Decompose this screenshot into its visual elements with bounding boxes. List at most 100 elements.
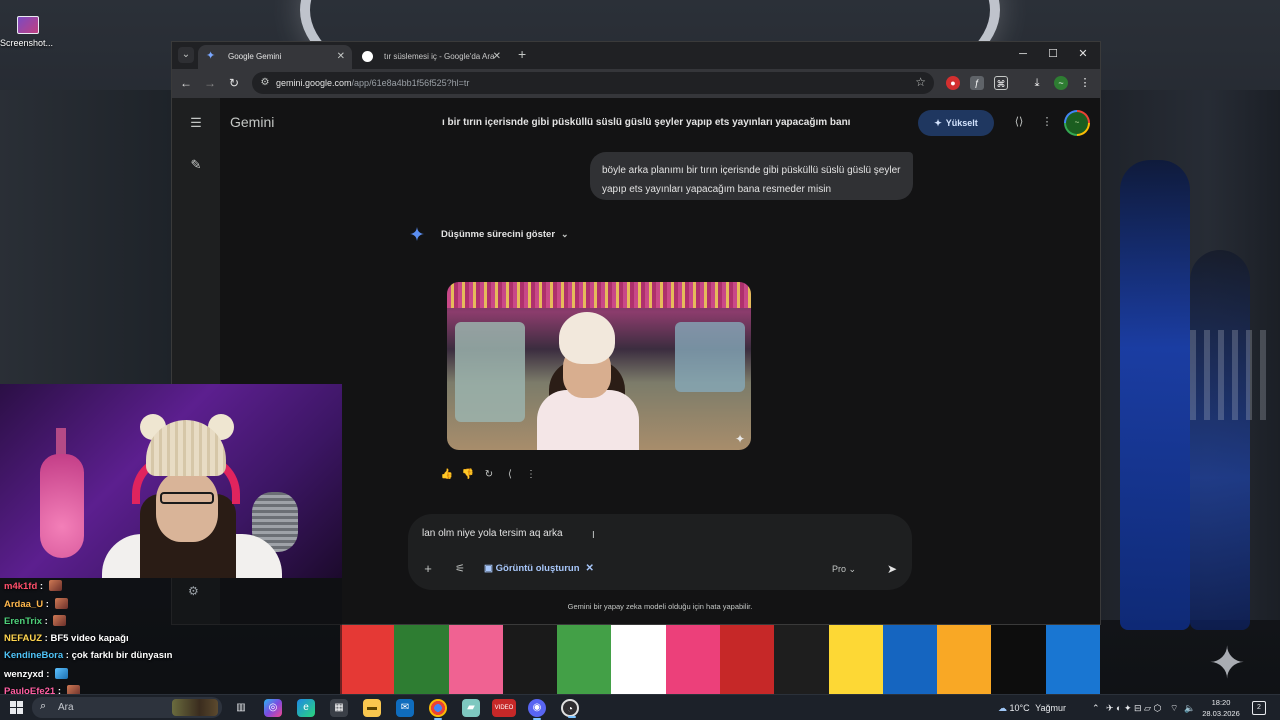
tab-label: Google Gemini xyxy=(228,52,282,61)
wallpaper-stripe xyxy=(882,622,938,694)
send-icon[interactable]: ➤ xyxy=(882,559,902,579)
thumbs-down-icon[interactable]: 👎 xyxy=(461,468,475,482)
wallpaper-stripe xyxy=(828,622,883,694)
thumbs-up-icon[interactable]: 👍 xyxy=(440,468,454,482)
tools-icon[interactable]: ⚟ xyxy=(452,561,468,577)
reload-icon[interactable]: ↻ xyxy=(226,75,242,91)
wallpaper-stripe xyxy=(557,622,612,694)
tab-close-icon[interactable]: ✕ xyxy=(493,45,501,69)
tab-google-search[interactable]: tır süslemesi iç - Google'da Ara ✕ xyxy=(354,45,508,69)
more-options-icon[interactable]: ⋮ xyxy=(1038,113,1056,131)
tab-strip: ⌄ ✦ Google Gemini ✕ tır süslemesi iç - G… xyxy=(172,42,1100,69)
chat-username: Ardaa_U xyxy=(4,598,44,610)
close-window-icon[interactable]: ✕ xyxy=(1068,42,1098,69)
profile-avatar-icon[interactable]: ~ xyxy=(1054,76,1068,90)
forward-icon[interactable]: → xyxy=(202,75,218,91)
image-file-icon xyxy=(17,16,39,34)
model-selector[interactable]: Pro ⌄ xyxy=(832,559,856,579)
search-placeholder: Ara xyxy=(58,702,74,713)
obs-icon[interactable]: ◔ xyxy=(561,699,579,718)
chevron-down-icon: ⌄ xyxy=(561,229,569,239)
address-bar[interactable]: ⚙ gemini.google.com/app/61e8a4bb1f56f525… xyxy=(252,72,934,94)
chat-separator: : xyxy=(42,616,51,627)
gear-icon: ⚙ xyxy=(188,584,199,598)
extension-record-icon[interactable]: ● xyxy=(946,76,960,90)
site-info-icon[interactable]: ⚙ xyxy=(258,76,272,90)
wallpaper-stripe xyxy=(991,622,1046,694)
generated-image[interactable]: ✦ xyxy=(447,282,751,450)
wallpaper-stripe xyxy=(611,622,666,694)
address-url[interactable]: gemini.google.com/app/61e8a4bb1f56f525?h… xyxy=(276,72,469,94)
conversation-title: ı bir tırın içerisnde gibi püsküllü süsl… xyxy=(442,117,851,128)
tab-label: tır süslemesi iç - Google'da Ara xyxy=(384,52,495,61)
clock-time: 18:20 xyxy=(1211,698,1231,707)
sparkle-icon: ✦ xyxy=(1208,639,1246,688)
notification-center-icon[interactable]: 2 xyxy=(1252,701,1266,715)
browser-menu-icon[interactable]: ⋮ xyxy=(1078,76,1092,90)
chat-message: NEFAUZ : BF5 video kapağı xyxy=(4,633,129,644)
show-hidden-icons-icon[interactable]: ⌃ xyxy=(1092,695,1100,720)
tab-close-icon[interactable]: ✕ xyxy=(337,45,345,69)
image-fringe xyxy=(447,282,751,308)
share-icon[interactable]: ⟨ xyxy=(503,468,517,482)
image-icon: ▣ xyxy=(484,563,496,574)
chevron-down-icon: ⌄ xyxy=(848,564,857,574)
file-explorer-icon[interactable]: ▬ xyxy=(363,699,381,717)
outlook-icon[interactable]: ✉ xyxy=(396,699,414,717)
tab-search-button[interactable]: ⌄ xyxy=(178,47,194,63)
download-icon[interactable]: ⤓ xyxy=(1030,76,1044,90)
wallpaper-stripe xyxy=(502,622,558,694)
maximize-icon[interactable]: ☐ xyxy=(1038,42,1068,69)
upgrade-button[interactable]: ✦ Yükselt xyxy=(918,110,994,136)
menu-icon[interactable]: ☰ xyxy=(186,113,206,133)
chat-username: wenzyxd xyxy=(4,668,44,680)
desktop-icon-screenshot[interactable]: Screenshot... xyxy=(0,16,53,48)
start-icon[interactable] xyxy=(10,701,23,714)
share-icon[interactable]: ⟨⟩ xyxy=(1010,113,1028,131)
new-tab-icon[interactable]: + xyxy=(518,46,526,62)
chat-separator: : xyxy=(63,650,72,661)
chat-message: m4k1fd : xyxy=(4,580,62,592)
gemini-brand[interactable]: Gemini xyxy=(230,114,274,130)
chrome-icon[interactable] xyxy=(429,699,447,720)
regenerate-icon[interactable]: ↻ xyxy=(482,468,496,482)
wallpaper-stripes xyxy=(340,622,1100,694)
bookmark-star-icon[interactable]: ☆ xyxy=(915,75,926,89)
notes-app-icon[interactable]: ▰ xyxy=(462,699,480,717)
image-truck-window xyxy=(675,322,745,392)
add-icon[interactable]: + xyxy=(420,561,436,577)
wallpaper-stripe xyxy=(937,622,992,694)
avatar-image: ~ xyxy=(1066,112,1088,134)
task-view-icon[interactable]: ▥ xyxy=(232,699,250,717)
system-clock[interactable]: 18:20 28.03.2026 xyxy=(1200,697,1242,719)
extension-script-icon[interactable]: ƒ xyxy=(970,76,984,90)
volume-icon[interactable]: 🔈 xyxy=(1184,695,1195,720)
new-chat-icon[interactable]: ✎ xyxy=(186,155,206,175)
tray-app-icons[interactable]: ✈ ◐ ✦ ⊟ ▱ ⬡ xyxy=(1106,695,1161,720)
wallpaper-stripe xyxy=(665,622,720,694)
discord-icon[interactable]: ◉ xyxy=(528,699,546,720)
prompt-input[interactable]: lan olm niye yola tersim aq arka xyxy=(422,528,563,539)
store-icon[interactable]: ▦ xyxy=(330,699,348,717)
edge-icon[interactable]: e xyxy=(297,699,315,717)
gemini-spark-icon xyxy=(410,227,424,241)
weather-widget[interactable]: ☁ 10°C Yağmur xyxy=(998,695,1066,720)
chat-separator: : xyxy=(43,668,53,680)
more-options-icon[interactable]: ⋮ xyxy=(524,468,538,482)
show-thinking-button[interactable]: Düşünme sürecini göster ⌄ xyxy=(441,229,569,240)
google-favicon-icon xyxy=(362,51,373,62)
video-maker-icon[interactable]: VIDEO xyxy=(492,699,516,717)
prompt-composer[interactable]: lan olm niye yola tersim aq arka I + ⚟ ▣… xyxy=(408,514,912,590)
close-icon[interactable]: ✕ xyxy=(586,563,594,574)
taskbar-search[interactable]: ⌕ Ara xyxy=(32,697,222,718)
chat-separator: : xyxy=(37,581,46,592)
copilot-icon[interactable]: ◎ xyxy=(264,699,282,717)
wifi-icon[interactable]: ⌔ xyxy=(1170,695,1178,720)
back-icon[interactable]: ← xyxy=(178,75,194,91)
tab-google-gemini[interactable]: ✦ Google Gemini ✕ xyxy=(198,45,352,69)
avatar[interactable]: ~ xyxy=(1064,110,1090,136)
minimize-icon[interactable]: ─ xyxy=(1008,42,1038,69)
create-image-chip[interactable]: ▣ Görüntü oluşturun ✕ xyxy=(484,559,594,579)
stream-chat-overlay: ⚙ m4k1fd : Ardaa_U : ErenTrix : NEFAUZ :… xyxy=(0,578,342,697)
extensions-puzzle-icon[interactable]: ⌘ xyxy=(994,76,1008,90)
